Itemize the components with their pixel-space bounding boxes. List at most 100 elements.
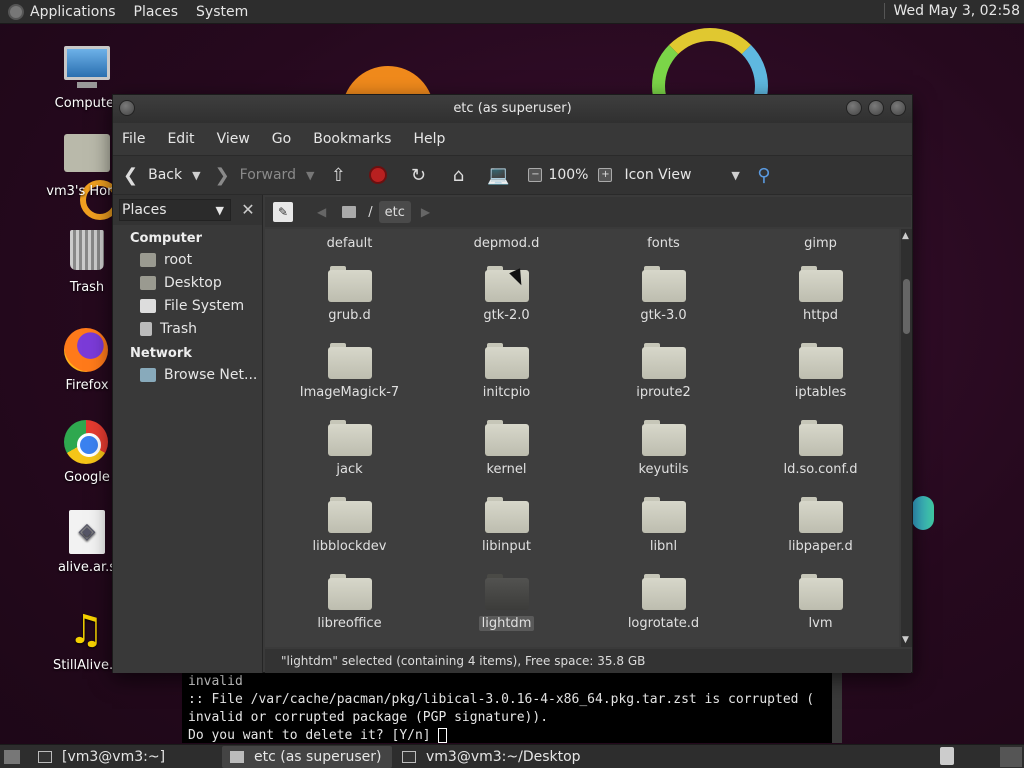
folder-label: libnl — [649, 539, 678, 554]
folder-item[interactable]: depmod.d — [428, 236, 585, 251]
chevron-down-icon: ▼ — [215, 203, 224, 217]
path-scroll-right-icon[interactable]: ▶ — [421, 205, 430, 219]
close-sidebar-icon[interactable]: ✕ — [237, 199, 259, 221]
forward-arrow-icon: ❯ — [214, 164, 230, 186]
sidebar-item-desktop[interactable]: Desktop — [113, 271, 262, 294]
folder-item[interactable]: ld.so.conf.d — [742, 420, 899, 477]
edit-location-icon[interactable]: ✎ — [273, 202, 293, 222]
maximize-button[interactable] — [868, 100, 884, 116]
sidebar-type-select[interactable]: Places ▼ — [119, 199, 231, 221]
folder-item[interactable]: iproute2 — [585, 343, 742, 400]
search-icon[interactable]: ⚲ — [754, 165, 774, 186]
folder-item[interactable]: gimp — [742, 236, 899, 251]
chrome-icon — [64, 420, 110, 466]
up-arrow-icon[interactable]: ⇧ — [328, 165, 348, 186]
menu-edit[interactable]: Edit — [167, 131, 194, 147]
status-bar: "lightdm" selected (containing 4 items),… — [265, 649, 911, 673]
terminal-prompt[interactable]: Do you want to delete it? [Y/n] — [188, 727, 832, 745]
menu-help[interactable]: Help — [413, 131, 445, 147]
back-button[interactable]: ❮ Back ▼ — [123, 165, 201, 186]
folder-item-selected[interactable]: lightdm — [428, 574, 585, 631]
folder-item[interactable]: httpd — [742, 266, 899, 323]
folder-item[interactable]: iptables — [742, 343, 899, 400]
folder-item[interactable]: kernel — [428, 420, 585, 477]
back-history-dropdown-icon[interactable]: ▼ — [192, 169, 200, 182]
menu-go[interactable]: Go — [272, 131, 291, 147]
window-menu-button[interactable] — [119, 100, 135, 116]
sidebar-item-filesystem[interactable]: File System — [113, 294, 262, 317]
stop-icon[interactable] — [368, 165, 388, 185]
folder-icon — [230, 750, 244, 763]
sidebar-item-trash[interactable]: Trash — [113, 317, 262, 340]
folder-item[interactable]: ImageMagick-7 — [271, 343, 428, 400]
folder-item[interactable]: default — [271, 236, 428, 251]
places-menu[interactable]: Places — [134, 4, 179, 20]
clock[interactable]: Wed May 3, 02:58 — [884, 3, 1020, 19]
file-manager-window: etc (as superuser) File Edit View Go Boo… — [112, 94, 913, 673]
folder-label: lvm — [808, 616, 833, 631]
folder-item[interactable]: logrotate.d — [585, 574, 742, 631]
forward-button[interactable]: ❯ Forward ▼ — [215, 165, 315, 186]
zoom-out-icon[interactable]: − — [528, 168, 543, 182]
folder-item[interactable]: keyutils — [585, 420, 742, 477]
workspace-switcher[interactable] — [1000, 747, 1022, 767]
scrollbar-thumb[interactable] — [903, 279, 910, 334]
view-mode-select[interactable]: Icon View ▼ — [624, 167, 739, 183]
folder-item[interactable]: gtk-2.0 — [428, 266, 585, 323]
folder-item[interactable]: libpaper.d — [742, 497, 899, 554]
sidebar-item-root[interactable]: root — [113, 248, 262, 271]
terminal-icon — [402, 750, 416, 763]
tray-icon[interactable] — [940, 747, 954, 765]
folder-icon — [484, 420, 529, 456]
scroll-down-icon[interactable]: ▼ — [902, 635, 909, 645]
folder-item[interactable]: grub.d — [271, 266, 428, 323]
top-panel: Applications Places System Wed May 3, 02… — [0, 0, 1024, 24]
menu-bookmarks[interactable]: Bookmarks — [313, 131, 391, 147]
scroll-up-icon[interactable]: ▲ — [902, 231, 909, 241]
folder-item[interactable]: initcpio — [428, 343, 585, 400]
distro-logo-icon[interactable] — [8, 3, 24, 20]
folder-icon — [484, 343, 529, 379]
folder-item[interactable]: jack — [271, 420, 428, 477]
folder-label: iproute2 — [636, 385, 691, 400]
computer-icon[interactable]: 💻 — [487, 165, 509, 186]
folder-item[interactable]: libinput — [428, 497, 585, 554]
folder-icon — [641, 574, 686, 610]
folder-icon — [641, 420, 686, 456]
folder-icon — [327, 343, 372, 379]
vertical-scrollbar[interactable]: ▲ ▼ — [901, 229, 912, 647]
icon-view[interactable]: default depmod.d fonts gimp grub.d gtk-2.… — [265, 229, 899, 647]
folder-item[interactable]: libnl — [585, 497, 742, 554]
show-desktop-icon[interactable] — [4, 749, 20, 764]
window-titlebar[interactable]: etc (as superuser) — [113, 95, 912, 123]
breadcrumb-etc[interactable]: etc — [378, 201, 411, 223]
menubar: File Edit View Go Bookmarks Help — [113, 123, 912, 155]
folder-item[interactable]: libreoffice — [271, 574, 428, 631]
home-icon[interactable]: ⌂ — [448, 165, 468, 186]
forward-history-dropdown-icon[interactable]: ▼ — [306, 169, 314, 182]
close-button[interactable] — [890, 100, 906, 116]
sidebar-item-browse-network[interactable]: Browse Net... — [113, 363, 262, 386]
folder-item[interactable]: fonts — [585, 236, 742, 251]
folder-item[interactable]: lvm — [742, 574, 899, 631]
path-scroll-left-icon[interactable]: ◀ — [317, 205, 326, 219]
terminal-line: :: File /var/cache/pacman/pkg/libical-3.… — [188, 692, 815, 707]
taskbar-item-terminal-home[interactable]: [vm3@vm3:~] — [30, 746, 220, 768]
taskbar-item-terminal-desktop[interactable]: vm3@vm3:~/Desktop — [394, 746, 594, 768]
menu-view[interactable]: View — [217, 131, 250, 147]
folder-icon — [641, 266, 686, 302]
zoom-in-icon[interactable]: + — [598, 168, 613, 182]
terminal-icon — [38, 750, 52, 763]
folder-item[interactable]: libblockdev — [271, 497, 428, 554]
system-menu[interactable]: System — [196, 4, 248, 20]
folder-item[interactable]: gtk-3.0 — [585, 266, 742, 323]
minimize-button[interactable] — [846, 100, 862, 116]
applications-menu[interactable]: Applications — [30, 4, 116, 20]
toolbar: ❮ Back ▼ ❯ Forward ▼ ⇧ ↻ ⌂ 💻 − 100% + Ic… — [113, 155, 912, 195]
terminal-window[interactable]: invalid :: File /var/cache/pacman/pkg/li… — [182, 673, 842, 743]
terminal-cursor — [438, 728, 448, 743]
menu-file[interactable]: File — [122, 131, 145, 147]
taskbar-item-etc[interactable]: etc (as superuser) — [222, 745, 392, 768]
breadcrumb-root[interactable] — [336, 201, 362, 223]
reload-icon[interactable]: ↻ — [408, 165, 428, 186]
